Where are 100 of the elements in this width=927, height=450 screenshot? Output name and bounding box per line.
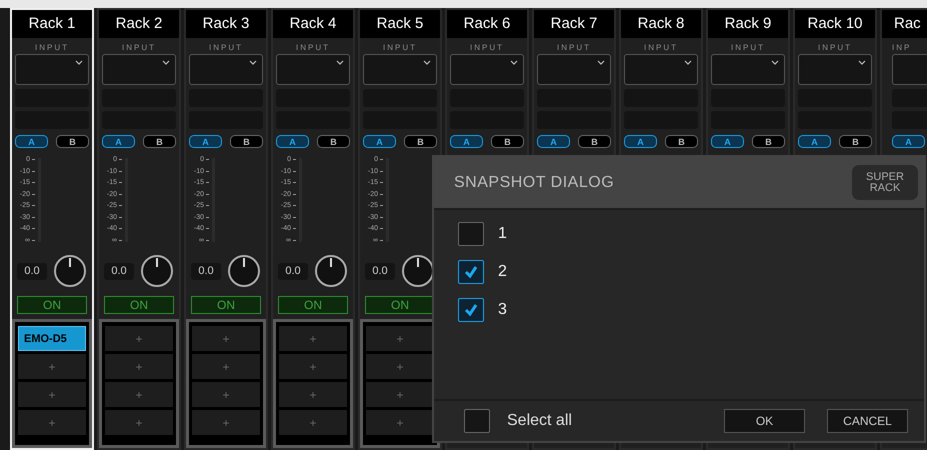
ab-toggle-button[interactable]: A bbox=[892, 135, 925, 148]
dialog-title: SNAPSHOT DIALOG bbox=[454, 174, 614, 192]
ab-toggle-button[interactable]: A bbox=[363, 135, 396, 148]
gain-value: 0.0 bbox=[17, 262, 47, 280]
input-dropdown[interactable] bbox=[363, 54, 437, 85]
power-button[interactable]: ON bbox=[365, 296, 435, 314]
ab-toggle-button[interactable]: A bbox=[102, 135, 135, 148]
input-label: INPUT bbox=[209, 43, 243, 52]
ab-toggle-button[interactable]: A bbox=[537, 135, 570, 148]
ab-toggle-button[interactable]: B bbox=[56, 135, 89, 148]
input-label: INPUT bbox=[731, 43, 765, 52]
ab-toggle-button[interactable]: A bbox=[15, 135, 48, 148]
input-dropdown[interactable] bbox=[102, 54, 176, 85]
input-dropdown[interactable] bbox=[711, 54, 785, 85]
power-button[interactable]: ON bbox=[17, 296, 87, 314]
add-plugin-slot[interactable]: + bbox=[366, 410, 434, 435]
rack-title: Rack 2 bbox=[99, 10, 179, 38]
ab-toggle-button[interactable]: A bbox=[189, 135, 222, 148]
add-plugin-slot[interactable]: + bbox=[192, 382, 260, 407]
power-button[interactable]: ON bbox=[278, 296, 348, 314]
checkbox[interactable] bbox=[458, 222, 484, 246]
select-all-label: Select all bbox=[507, 412, 572, 430]
chevron-down-icon bbox=[858, 60, 866, 65]
input-label: INPUT bbox=[557, 43, 591, 52]
chevron-down-icon bbox=[771, 60, 779, 65]
snapshot-label: 3 bbox=[498, 301, 507, 319]
chevron-down-icon bbox=[336, 60, 344, 65]
input-label: INP bbox=[892, 43, 912, 52]
add-plugin-slot[interactable]: + bbox=[366, 326, 434, 351]
ab-toggle-button[interactable]: A bbox=[798, 135, 831, 148]
ab-toggle-button[interactable]: B bbox=[752, 135, 785, 148]
gain-knob[interactable] bbox=[314, 254, 348, 288]
gain-value: 0.0 bbox=[191, 262, 221, 280]
gain-knob[interactable] bbox=[401, 254, 435, 288]
rack-title: Rack 6 bbox=[447, 10, 527, 38]
add-plugin-slot[interactable]: + bbox=[192, 354, 260, 379]
add-plugin-slot[interactable]: + bbox=[366, 354, 434, 379]
add-plugin-slot[interactable]: + bbox=[105, 410, 173, 435]
checkmark-icon bbox=[463, 302, 479, 318]
dialog-button[interactable]: OK bbox=[724, 409, 805, 433]
checkbox[interactable] bbox=[458, 298, 484, 322]
rack-title: Rac bbox=[882, 10, 927, 38]
input-dropdown[interactable] bbox=[537, 54, 611, 85]
input-label: INPUT bbox=[470, 43, 504, 52]
power-button[interactable]: ON bbox=[191, 296, 261, 314]
input-label: INPUT bbox=[122, 43, 156, 52]
ab-toggle-button[interactable]: B bbox=[404, 135, 437, 148]
input-dropdown[interactable] bbox=[189, 54, 263, 85]
chevron-down-icon bbox=[684, 60, 692, 65]
power-button[interactable]: ON bbox=[104, 296, 174, 314]
ab-toggle-button[interactable]: B bbox=[839, 135, 872, 148]
chevron-down-icon bbox=[510, 60, 518, 65]
add-plugin-slot[interactable]: + bbox=[18, 382, 86, 407]
ab-toggle-button[interactable]: B bbox=[230, 135, 263, 148]
add-plugin-slot[interactable]: + bbox=[366, 382, 434, 407]
snapshot-label: 2 bbox=[498, 263, 507, 281]
ab-toggle-button[interactable]: A bbox=[276, 135, 309, 148]
gain-value: 0.0 bbox=[278, 262, 308, 280]
ab-toggle-button[interactable]: B bbox=[491, 135, 524, 148]
ab-toggle-button[interactable]: B bbox=[665, 135, 698, 148]
ab-toggle-button[interactable]: B bbox=[143, 135, 176, 148]
gain-knob[interactable] bbox=[140, 254, 174, 288]
input-dropdown[interactable] bbox=[276, 54, 350, 85]
ab-toggle-button[interactable]: B bbox=[317, 135, 350, 148]
input-dropdown[interactable] bbox=[450, 54, 524, 85]
add-plugin-slot[interactable]: + bbox=[192, 326, 260, 351]
input-dropdown[interactable] bbox=[798, 54, 872, 85]
super-rack-button[interactable]: SUPER RACK bbox=[852, 165, 918, 200]
checkbox[interactable] bbox=[458, 260, 484, 284]
add-plugin-slot[interactable]: + bbox=[105, 354, 173, 379]
input-dropdown[interactable] bbox=[624, 54, 698, 85]
rack-title: Rack 4 bbox=[273, 10, 353, 38]
add-plugin-slot[interactable]: + bbox=[192, 410, 260, 435]
input-dropdown[interactable] bbox=[15, 54, 89, 85]
ab-toggle-button[interactable]: A bbox=[450, 135, 483, 148]
ab-toggle-button[interactable]: A bbox=[711, 135, 744, 148]
rack-title: Rack 9 bbox=[708, 10, 788, 38]
gain-knob[interactable] bbox=[227, 254, 261, 288]
rack-title: Rack 1 bbox=[12, 10, 92, 38]
add-plugin-slot[interactable]: + bbox=[279, 354, 347, 379]
ab-toggle-button[interactable]: B bbox=[578, 135, 611, 148]
checkmark-icon bbox=[463, 264, 479, 280]
ab-toggle-button[interactable]: A bbox=[624, 135, 657, 148]
add-plugin-slot[interactable]: + bbox=[279, 382, 347, 407]
add-plugin-slot[interactable]: + bbox=[279, 326, 347, 351]
select-all-checkbox[interactable] bbox=[464, 409, 490, 433]
gain-value: 0.0 bbox=[365, 262, 395, 280]
chevron-down-icon bbox=[423, 60, 431, 65]
rack-title: Rack 3 bbox=[186, 10, 266, 38]
gain-knob[interactable] bbox=[53, 254, 87, 288]
rack-title: Rack 5 bbox=[360, 10, 440, 38]
input-label: INPUT bbox=[644, 43, 678, 52]
dialog-button[interactable]: CANCEL bbox=[827, 409, 908, 433]
add-plugin-slot[interactable]: + bbox=[18, 410, 86, 435]
gain-value: 0.0 bbox=[104, 262, 134, 280]
plugin-slot[interactable]: EMO-D5 bbox=[18, 326, 86, 351]
add-plugin-slot[interactable]: + bbox=[105, 382, 173, 407]
add-plugin-slot[interactable]: + bbox=[18, 354, 86, 379]
add-plugin-slot[interactable]: + bbox=[105, 326, 173, 351]
add-plugin-slot[interactable]: + bbox=[279, 410, 347, 435]
